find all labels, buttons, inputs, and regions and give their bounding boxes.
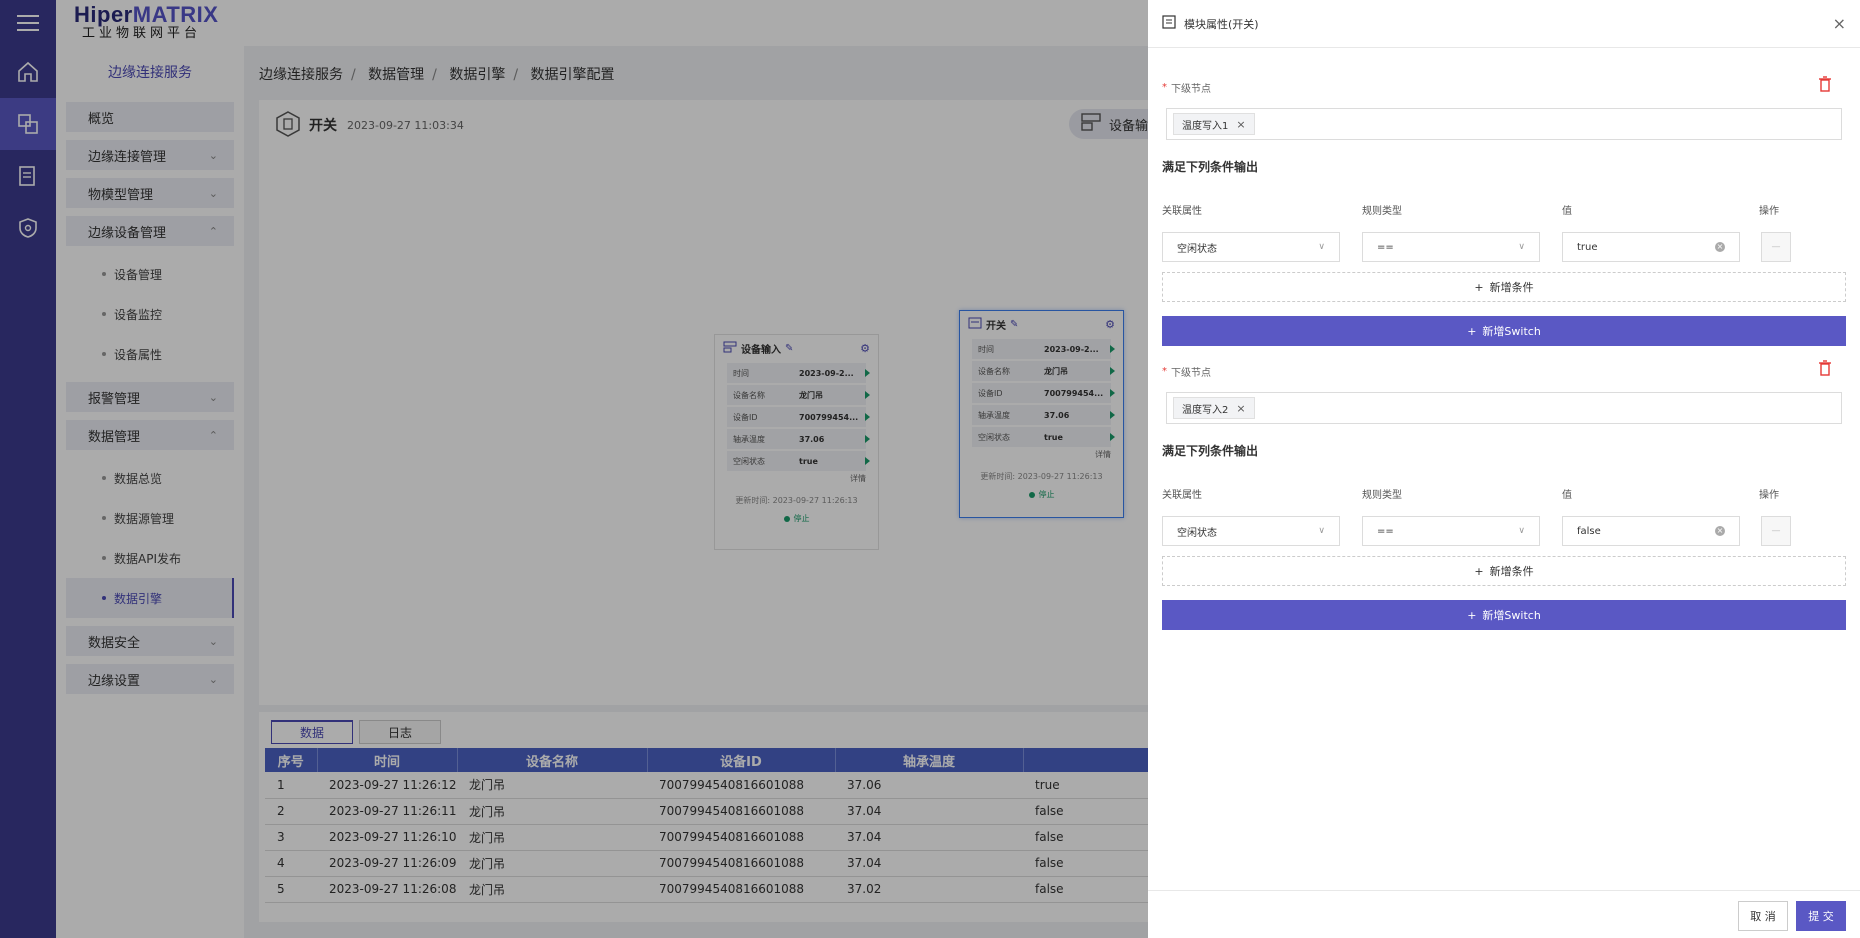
modal-overlay[interactable] — [0, 0, 1148, 938]
trash-icon[interactable] — [1818, 76, 1832, 95]
rule-type-select[interactable]: == ∨ — [1362, 232, 1540, 262]
rule-type-select[interactable]: == ∨ — [1362, 516, 1540, 546]
properties-icon — [1162, 15, 1176, 32]
next-node-select[interactable]: 温度写入1 × — [1166, 108, 1842, 140]
switch-block-1: * 下级节点 温度写入1 × 满足下列条件输出 关联属性 规则类型 值 操作 空闲状… — [1162, 48, 1846, 348]
add-condition-button[interactable]: + 新增条件 — [1162, 272, 1846, 302]
section-title: 满足下列条件输出 — [1162, 160, 1259, 174]
tag-close-icon[interactable]: × — [1236, 118, 1245, 131]
next-node-select[interactable]: 温度写入2 × — [1166, 392, 1842, 424]
add-condition-button[interactable]: + 新增条件 — [1162, 556, 1846, 586]
cancel-button[interactable]: 取 消 — [1738, 901, 1788, 931]
drawer-header: 模块属性(开关) × — [1148, 0, 1860, 48]
remove-condition-button[interactable]: — — [1761, 516, 1791, 546]
value-input[interactable]: false × — [1562, 516, 1740, 546]
switch-block-2: * 下级节点 温度写入2 × 满足下列条件输出 关联属性 规则类型 值 操作 空闲状… — [1162, 332, 1846, 632]
tag-close-icon[interactable]: × — [1236, 402, 1245, 415]
next-node-label: * 下级节点 — [1162, 82, 1211, 95]
clear-icon[interactable]: × — [1715, 526, 1725, 536]
drawer-title: 模块属性(开关) — [1184, 17, 1259, 31]
plus-icon: + — [1474, 280, 1484, 294]
close-icon[interactable]: × — [1833, 14, 1846, 33]
node-tag: 温度写入1 × — [1173, 113, 1255, 135]
clear-icon[interactable]: × — [1715, 242, 1725, 252]
trash-icon[interactable] — [1818, 360, 1832, 379]
attribute-select[interactable]: 空闲状态 ∨ — [1162, 232, 1340, 262]
chevron-down-icon: ∨ — [1518, 242, 1525, 252]
section-title: 满足下列条件输出 — [1162, 444, 1259, 458]
value-input[interactable]: true × — [1562, 232, 1740, 262]
chevron-down-icon: ∨ — [1318, 526, 1325, 536]
drawer-footer: 取 消 提 交 — [1148, 890, 1860, 938]
next-node-label: * 下级节点 — [1162, 366, 1211, 379]
chevron-down-icon: ∨ — [1318, 242, 1325, 252]
node-tag: 温度写入2 × — [1173, 397, 1255, 419]
module-properties-drawer: 模块属性(开关) × * 下级节点 温度写入1 × 满足下列条件输出 关联属性 规则… — [1148, 0, 1860, 938]
plus-icon: + — [1474, 564, 1484, 578]
chevron-down-icon: ∨ — [1518, 526, 1525, 536]
attribute-select[interactable]: 空闲状态 ∨ — [1162, 516, 1340, 546]
remove-condition-button[interactable]: — — [1761, 232, 1791, 262]
plus-icon: + — [1467, 608, 1477, 622]
submit-button[interactable]: 提 交 — [1796, 901, 1846, 931]
add-switch-button[interactable]: + 新增Switch — [1162, 600, 1846, 630]
